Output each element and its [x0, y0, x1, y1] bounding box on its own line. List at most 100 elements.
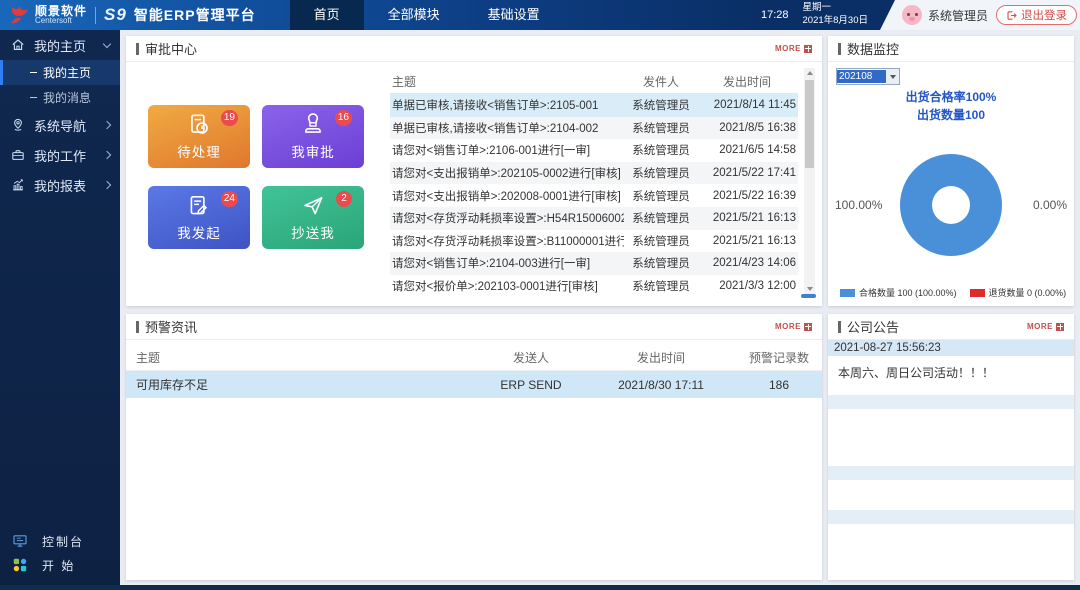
shipment-qty-text: 出货数量100 — [828, 106, 1074, 123]
legend-label: 退货数量 0 (0.00%) — [989, 286, 1067, 299]
company-logo-icon — [8, 4, 30, 26]
col-subject: 主题 — [390, 73, 624, 90]
announcement-timestamp[interactable]: 2021-08-27 15:56:23 — [828, 340, 1074, 356]
horizontal-scrollbar-thumb[interactable] — [801, 294, 816, 298]
approval-row[interactable]: 单据已审核,请接收<销售订单>:2105-001 系统管理员 2021/8/14… — [390, 94, 798, 117]
announcement-empty-space — [828, 409, 1074, 466]
sidebar-item-label: 我的报表 — [34, 176, 86, 195]
tile-badge: 16 — [335, 110, 352, 126]
alert-sender: ERP SEND — [476, 378, 586, 392]
alerts-header: 预警资讯 MORE — [126, 314, 822, 340]
period-select[interactable]: 202108 — [836, 68, 900, 85]
approval-row[interactable]: 请您对<支出报销单>:202105-0002进行[审核] 系统管理员 2021/… — [390, 162, 798, 185]
row-time: 2021/8/14 11:45 — [698, 99, 798, 111]
tile-badge: 19 — [221, 110, 238, 126]
approval-table-scrollbar[interactable] — [804, 68, 815, 294]
clock-time: 17:28 — [761, 9, 789, 21]
doc-pen-icon — [186, 193, 212, 219]
donut-chart — [900, 154, 1002, 256]
approval-row[interactable]: 单据已审核,请接收<销售订单>:2104-002 系统管理员 2021/8/5 … — [390, 117, 798, 140]
sidebar-item-my-home[interactable]: 我的主页 — [0, 30, 120, 60]
row-subject: 请您对<支出报销单>:202105-0002进行[审核] — [390, 165, 624, 181]
tile-cc-to-me[interactable]: 抄送我 2 — [262, 186, 364, 249]
legend-item-return: 退货数量 0 (0.00%) — [970, 286, 1067, 299]
col-sent-time: 发出时间 — [586, 349, 736, 366]
approval-row[interactable]: 请您对<支出报销单>:202008-0001进行[审核] 系统管理员 2021/… — [390, 184, 798, 207]
scroll-down-arrow[interactable] — [804, 284, 815, 294]
logout-icon — [1006, 10, 1017, 21]
sidebar-console-button[interactable]: 控制台 — [0, 529, 120, 553]
topbar-user-area: 系统管理员 退出登录 — [880, 0, 1080, 30]
sidebar-start-button[interactable]: 开 始 — [0, 553, 120, 577]
bottom-strip — [0, 585, 1080, 590]
tile-my-approvals[interactable]: 我审批 16 — [262, 105, 364, 168]
user-avatar[interactable] — [902, 5, 922, 25]
sidebar-item-system-nav[interactable]: 系统导航 — [0, 110, 120, 140]
logo-subtitle: Centersoft — [35, 17, 87, 25]
approval-row[interactable]: 请您对<销售订单>:2106-001进行[一审] 系统管理员 2021/6/5 … — [390, 139, 798, 162]
approval-center-header: 审批中心 MORE — [126, 36, 822, 62]
tile-badge: 2 — [336, 191, 352, 207]
sidebar-item-my-reports[interactable]: 我的报表 — [0, 170, 120, 200]
doc-clock-icon — [186, 112, 212, 138]
clock-date: 星期一 2021年8月30日 — [803, 2, 868, 28]
donut-label-left: 100.00% — [835, 198, 882, 212]
scrollbar-thumb[interactable] — [805, 80, 814, 168]
approval-row[interactable]: 请您对<存货浮动耗损率设置>:H54R15006002进行[审核] 系统管理员 … — [390, 207, 798, 230]
approval-more-button[interactable]: MORE — [775, 44, 812, 53]
row-time: 2021/4/23 14:06 — [698, 257, 798, 269]
donut-hole — [932, 186, 970, 224]
more-label: MORE — [1027, 322, 1053, 331]
row-sender: 系统管理员 — [624, 120, 698, 136]
alert-row[interactable]: 可用库存不足 ERP SEND 2021/8/30 17:11 186 — [126, 371, 822, 398]
announcement-empty-band — [828, 510, 1074, 524]
tab-basic-settings[interactable]: 基础设置 — [464, 0, 564, 30]
tile-pending[interactable]: 待处理 19 — [148, 105, 250, 168]
product-logo: S9 — [104, 5, 127, 25]
sidebar-subitem-my-messages[interactable]: 我的消息 — [0, 85, 120, 110]
scroll-up-arrow[interactable] — [804, 68, 815, 78]
approval-row[interactable]: 请您对<存货浮动耗损率设置>:B11000001进行[审核] 系统管理员 202… — [390, 230, 798, 253]
sidebar-subitem-my-home[interactable]: 我的主页 — [0, 60, 120, 85]
row-subject: 请您对<销售订单>:2104-003进行[一审] — [390, 255, 624, 271]
approval-row[interactable]: 请您对<销售订单>:2104-003进行[一审] 系统管理员 2021/4/23… — [390, 252, 798, 275]
tab-all-modules[interactable]: 全部模块 — [364, 0, 464, 30]
erp-home-screen: 顺景软件 Centersoft S9 智能ERP管理平台 首页 全部模块 基础设… — [0, 0, 1080, 590]
approval-tiles: 待处理 19 我审批 16 — [148, 105, 364, 249]
logout-button[interactable]: 退出登录 — [996, 5, 1077, 25]
alert-subject: 可用库存不足 — [126, 376, 476, 393]
dash-bullet — [30, 72, 37, 74]
console-icon — [12, 534, 28, 548]
tile-label: 我审批 — [291, 141, 335, 161]
tile-label: 我发起 — [177, 222, 221, 242]
divider — [95, 7, 96, 24]
sidebar-subitem-label: 我的消息 — [43, 89, 91, 106]
pass-rate-text: 出货合格率100% — [828, 88, 1074, 105]
tile-initiated-by-me[interactable]: 我发起 24 — [148, 186, 250, 249]
row-sender: 系统管理员 — [624, 278, 698, 294]
approval-table-rows: 单据已审核,请接收<销售订单>:2105-001 系统管理员 2021/8/14… — [390, 94, 798, 297]
legend-swatch-pass — [840, 289, 855, 297]
approval-row[interactable]: 请您对<报价单>:202103-0001进行[审核] 系统管理员 2021/3/… — [390, 275, 798, 298]
sidebar-item-my-work[interactable]: 我的工作 — [0, 140, 120, 170]
user-name: 系统管理员 — [928, 7, 988, 24]
more-label: MORE — [775, 44, 801, 53]
home-icon — [10, 37, 26, 53]
start-label: 开 始 — [42, 557, 75, 574]
legend-swatch-return — [970, 289, 985, 297]
legend-label: 合格数量 100 (100.00%) — [859, 286, 957, 299]
alerts-table-header: 主题 发送人 发出时间 预警记录数 — [126, 345, 822, 371]
panel-title: 数据监控 — [847, 39, 899, 58]
row-sender: 系统管理员 — [624, 165, 698, 181]
announcements-more-button[interactable]: MORE — [1027, 322, 1064, 331]
briefcase-icon — [10, 147, 26, 163]
paper-plane-icon — [300, 193, 326, 219]
col-sent-time: 发出时间 — [698, 73, 798, 90]
announcements-header: 公司公告 MORE — [828, 314, 1074, 340]
alerts-more-button[interactable]: MORE — [775, 322, 812, 331]
approval-center-panel: 审批中心 MORE 待处理 19 — [126, 36, 822, 306]
tab-home[interactable]: 首页 — [290, 0, 364, 30]
app-title: 智能ERP管理平台 — [134, 5, 256, 25]
approval-message-table: 主题 发件人 发出时间 单据已审核,请接收<销售订单>:2105-001 系统管… — [390, 70, 798, 297]
announcement-content: 本周六、周日公司活动！！！ — [828, 356, 1074, 395]
